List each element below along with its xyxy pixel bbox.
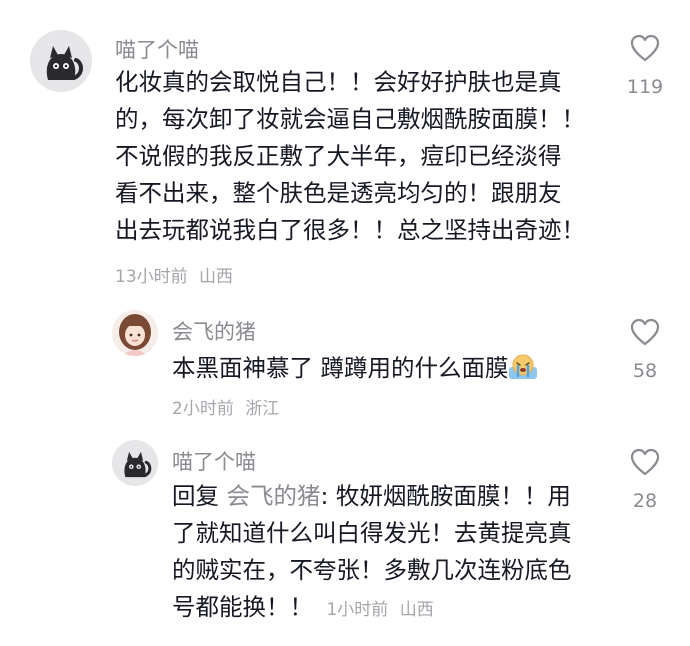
reply-location: 浙江 [245,399,280,419]
reply-location: 山西 [399,600,434,620]
black-cat-avatar-icon [30,30,92,92]
reply-meta: 2小时前 浙江 [172,394,285,419]
reply-time: 1小时前 [326,600,389,620]
comment-time: 13小时前 [115,267,188,287]
comment-item: 喵了个喵 化妆真的会取悦自己！！会好好护肤也是真 的，每次卸了妆就会逼自己敷烟酰… [0,0,690,290]
like-count: 28 [632,490,658,512]
reply-text-content: 本黑面神慕了 蹲蹲用的什么面膜 [172,354,509,382]
reply-meta: 1小时前 山西 [326,600,439,620]
reply-text-line: 了就知道什么叫白得发光！去黄提亮真 [172,519,572,547]
avatar[interactable] [112,310,158,356]
reply-username[interactable]: 会飞的猪 [172,316,256,346]
reply-time: 2小时前 [172,399,234,419]
reply-text-line: 回复 会飞的猪: 牧妍烟酰胺面膜！！用 [172,478,612,515]
like-button[interactable]: 58 [620,318,670,382]
crying-face-emoji [508,354,538,380]
comment-text-line: 看不出来，整个肤色是透亮均匀的！跟朋友 [115,179,562,207]
comment-text-line: 出去玩都说我白了很多！！总之坚持出奇迹！ [115,216,585,244]
reply-text-line-part: 号都能换！！ [172,593,313,621]
comment-text-line: 不说假的我反正敷了大半年，痘印已经淡得 [115,142,562,170]
like-button[interactable]: 28 [620,448,670,512]
black-cat-avatar-icon [112,440,158,486]
reply-username[interactable]: 喵了个喵 [172,446,256,476]
comment-text-line: 的，每次卸了妆就会逼自己敷烟酰胺面膜！！ [115,105,585,133]
heart-icon [630,448,660,476]
reply-text-line: 号都能换！！ 1小时前 山西 [172,589,612,629]
comment-meta: 13小时前 山西 [115,262,239,287]
reply-item: 喵了个喵 回复 会飞的猪: 牧妍烟酰胺面膜！！用 了就知道什么叫白得发光！去黄提… [0,430,690,646]
like-button[interactable]: 119 [620,34,670,98]
heart-icon [630,34,660,62]
avatar[interactable] [112,440,158,486]
reply-item: 会飞的猪 本黑面神慕了 蹲蹲用的什么面膜 2小时前 浙江 58 [0,300,690,430]
reply-text: 本黑面神慕了 蹲蹲用的什么面膜 [172,350,612,387]
reply-text-line-part: : 牧妍烟酰胺面膜！！用 [320,482,571,510]
comment-text-line: 化妆真的会取悦自己！！会好好护肤也是真 [115,68,562,96]
reply-text: 回复 会飞的猪: 牧妍烟酰胺面膜！！用 了就知道什么叫白得发光！去黄提亮真 的贼… [172,478,612,629]
comment-location: 山西 [199,267,234,287]
heart-icon [630,318,660,346]
avatar[interactable] [30,30,92,92]
reply-prefix: 回复 [172,482,219,510]
reply-text-line: 的贼实在，不夸张！多敷几次连粉底色 [172,556,572,584]
like-count: 119 [626,76,664,98]
like-count: 58 [632,360,658,382]
reply-target-username[interactable]: 会飞的猪 [226,482,320,510]
girl-avatar-icon [112,310,158,356]
comment-username[interactable]: 喵了个喵 [115,34,199,64]
comment-text: 化妆真的会取悦自己！！会好好护肤也是真 的，每次卸了妆就会逼自己敷烟酰胺面膜！！… [115,64,615,249]
